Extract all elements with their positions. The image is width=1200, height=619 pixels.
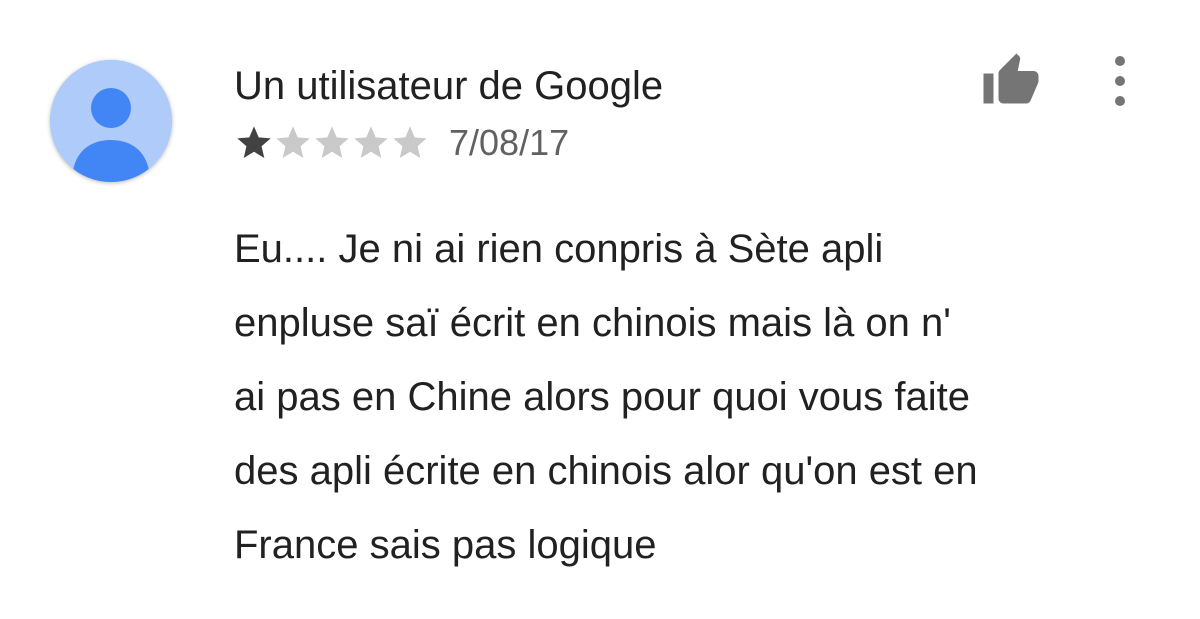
star-filled-icon (237, 126, 271, 158)
review-text-line: ai pas en Chine alors pour quoi vous fai… (234, 375, 971, 419)
rating-row: 7/08/17 (234, 118, 569, 168)
star-empty-icon (315, 126, 349, 158)
review-text-line: Eu.... Je ni ai rien conpris à Sète apli (234, 227, 884, 271)
star-empty-icon (393, 126, 427, 158)
star-rating (234, 123, 429, 163)
more-vert-icon (1115, 56, 1125, 106)
review-text-line: enpluse saï écrit en chinois mais là on … (234, 301, 951, 345)
review-card: Un utilisateur de Google 7/08/17 Eu.... … (0, 0, 1200, 619)
reviewer-name: Un utilisateur de Google (234, 64, 664, 108)
review-date: 7/08/17 (449, 122, 570, 163)
helpful-button[interactable] (978, 48, 1044, 114)
star-empty-icon (354, 126, 388, 158)
star-empty-icon (276, 126, 310, 158)
thumbs-up-icon (983, 53, 1039, 104)
default-user-avatar-icon (50, 60, 172, 182)
review-text-line: France sais pas logique (234, 523, 657, 567)
review-text-line: des apli écrite en chinois alor qu'on es… (234, 449, 978, 493)
avatar (50, 60, 172, 182)
more-options-button[interactable] (1096, 48, 1144, 114)
review-text: Eu.... Je ni ai rien conpris à Sète apli… (234, 212, 1134, 582)
